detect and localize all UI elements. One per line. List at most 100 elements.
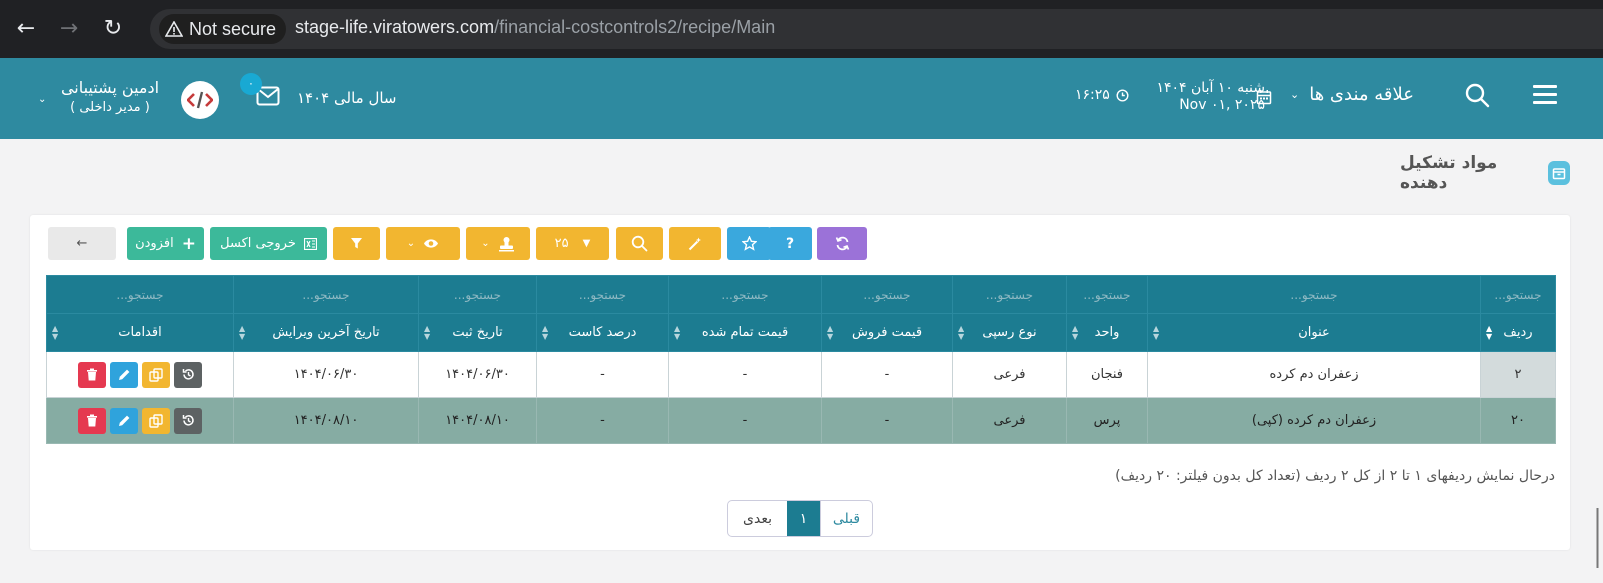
address-bar[interactable]: Not secure stage-life.viratowers.com/fin… — [150, 9, 1603, 49]
next-page-button[interactable]: بعدی — [728, 501, 787, 536]
search-input-waste-percent[interactable]: جستجو... — [536, 275, 669, 314]
sort-icon: ▲ ▼ — [52, 324, 59, 341]
column-header[interactable]: ردیف ▲ ▼ — [1480, 313, 1556, 352]
chevron-down-icon: ⌄ — [406, 238, 416, 249]
chevron-down-icon: ⌄ — [1290, 88, 1300, 101]
avatar[interactable] — [181, 81, 219, 119]
reload-button[interactable]: ↻ — [100, 16, 126, 42]
search-button[interactable] — [616, 227, 663, 260]
column-header[interactable]: عنوان ▲ ▼ — [1147, 313, 1481, 352]
column-header[interactable]: اقدامات ▲ ▼ — [46, 313, 234, 352]
favorites-dropdown[interactable]: علاقه مندی ها ⌄ — [1290, 84, 1414, 105]
date-display: شنبه ۱۰ آبان ۱۴۰۴ Nov ۰۱, ۲۰۲۵ — [1140, 80, 1266, 114]
trash-icon — [87, 414, 97, 427]
search-input-actions[interactable]: جستجو... — [46, 275, 234, 314]
column-header[interactable]: قیمت تمام شده ▲ ▼ — [668, 313, 822, 352]
favorites-label: علاقه مندی ها — [1309, 84, 1414, 105]
search-input-recipe-type[interactable]: جستجو... — [952, 275, 1067, 314]
chevron-down-icon[interactable]: ⌄ — [38, 94, 46, 105]
page-title: مواد تشکیل دهنده — [1400, 153, 1570, 193]
history-icon — [182, 369, 194, 380]
delete-button[interactable] — [78, 361, 106, 388]
prev-page-button[interactable]: قبلی — [820, 501, 872, 536]
excel-icon — [303, 237, 317, 250]
cell-row-number: ۲ — [1480, 351, 1556, 398]
security-indicator[interactable]: Not secure — [159, 14, 287, 44]
fiscal-year[interactable]: سال مالی ۱۴۰۴ — [297, 89, 397, 107]
sort-icon: ▲ ▼ — [239, 324, 246, 341]
url-path: /financial-costcontrols2/recipe/Main — [494, 17, 776, 37]
forward-button[interactable]: → — [56, 16, 82, 42]
cell-actions — [46, 351, 234, 398]
column-header[interactable]: واحد ▲ ▼ — [1066, 313, 1148, 352]
clear-button[interactable] — [669, 227, 721, 260]
edit-button[interactable] — [110, 361, 138, 388]
date-persian: شنبه ۱۰ آبان ۱۴۰۴ — [1156, 80, 1266, 96]
favorite-button[interactable] — [727, 227, 771, 260]
filter-icon — [351, 238, 362, 249]
delete-button[interactable] — [78, 407, 106, 434]
search-input-title[interactable]: جستجو... — [1147, 275, 1481, 314]
user-role: ( مدیر داخلی ) — [70, 100, 150, 115]
page-size-select[interactable]: ۲۵ ▼ — [536, 227, 609, 260]
pencil-icon — [118, 415, 129, 426]
notification-badge: ۰ — [240, 73, 262, 95]
cell-recipe-type: فرعی — [952, 351, 1067, 398]
column-header[interactable]: تاریخ آخرین ویرایش ▲ ▼ — [233, 313, 419, 352]
cell-title: زعفران دم کرده — [1147, 351, 1481, 398]
search-input-unit[interactable]: جستجو... — [1066, 275, 1148, 314]
sort-icon: ▲ ▼ — [424, 324, 431, 341]
cell-actions — [46, 397, 234, 444]
search-input-sale-price[interactable]: جستجو... — [821, 275, 953, 314]
help-button[interactable]: ? — [768, 227, 812, 260]
stamp-button[interactable]: ⌄ — [466, 227, 530, 260]
pencil-icon — [118, 369, 129, 380]
search-icon — [631, 235, 648, 252]
cell-unit: فنجان — [1066, 351, 1148, 398]
trash-icon — [87, 368, 97, 381]
search-icon[interactable] — [1464, 82, 1490, 108]
back-nav-button[interactable]: ← — [48, 227, 116, 260]
current-page-button[interactable]: ۱ — [787, 501, 820, 536]
filter-button[interactable] — [333, 227, 380, 260]
copy-button[interactable] — [142, 407, 170, 434]
app-header: علاقه مندی ها ⌄ شنبه ۱۰ آبان ۱۴۰۴ Nov ۰۱… — [0, 58, 1603, 139]
column-visibility-button[interactable]: ⌄ — [386, 227, 460, 260]
user-info[interactable]: ادمین پشتیبانی ( مدیر داخلی ) — [50, 78, 170, 118]
menu-icon[interactable] — [1533, 85, 1557, 105]
search-input-cost-price[interactable]: جستجو... — [668, 275, 822, 314]
search-input-created-date[interactable]: جستجو... — [418, 275, 537, 314]
scrollbar-handle[interactable] — [1592, 508, 1603, 568]
search-input-edited-date[interactable]: جستجو... — [233, 275, 419, 314]
sort-icon: ▲ ▼ — [1153, 324, 1160, 341]
column-header[interactable]: تاریخ ثبت ▲ ▼ — [418, 313, 537, 352]
history-button[interactable] — [174, 361, 202, 388]
cell-row-number: ۲۰ — [1480, 397, 1556, 444]
browser-toolbar: ← → ↻ Not secure stage-life.viratowers.c… — [0, 0, 1603, 58]
export-excel-button[interactable]: خروجی اکسل — [210, 227, 327, 260]
clock-icon — [1116, 88, 1129, 102]
star-icon — [741, 236, 757, 251]
edit-button[interactable] — [110, 407, 138, 434]
cell-recipe-type: فرعی — [952, 397, 1067, 444]
sort-icon: ▲ ▼ — [674, 324, 681, 341]
table-row[interactable]: ۲ زعفران دم کرده فنجان فرعی - - - ۱۴۰۴/۰… — [46, 351, 1556, 398]
copy-icon — [149, 413, 163, 428]
cell-sale-price: - — [821, 397, 953, 444]
table-row[interactable]: ۲۰ زعفران دم کرده (کپی) پرس فرعی - - - ۱… — [46, 397, 1556, 444]
history-button[interactable] — [174, 407, 202, 434]
cell-unit: پرس — [1066, 397, 1148, 444]
url-text[interactable]: stage-life.viratowers.com/financial-cost… — [295, 17, 775, 38]
table-summary: درحال نمایش ردیفهای ۱ تا ۲ از کل ۲ ردیف … — [1115, 468, 1555, 484]
search-input-row-number[interactable]: جستجو... — [1480, 275, 1556, 314]
column-header[interactable]: درصد کاست ▲ ▼ — [536, 313, 669, 352]
column-header[interactable]: نوع رسپی ▲ ▼ — [952, 313, 1067, 352]
copy-button[interactable] — [142, 361, 170, 388]
refresh-button[interactable] — [817, 227, 867, 260]
back-button[interactable]: ← — [13, 16, 39, 42]
warning-icon — [165, 21, 183, 37]
user-name: ادمین پشتیبانی — [60, 78, 160, 97]
add-button[interactable]: افزودن + — [127, 227, 204, 260]
page-title-text: مواد تشکیل دهنده — [1400, 153, 1498, 193]
column-header[interactable]: قیمت فروش ▲ ▼ — [821, 313, 953, 352]
